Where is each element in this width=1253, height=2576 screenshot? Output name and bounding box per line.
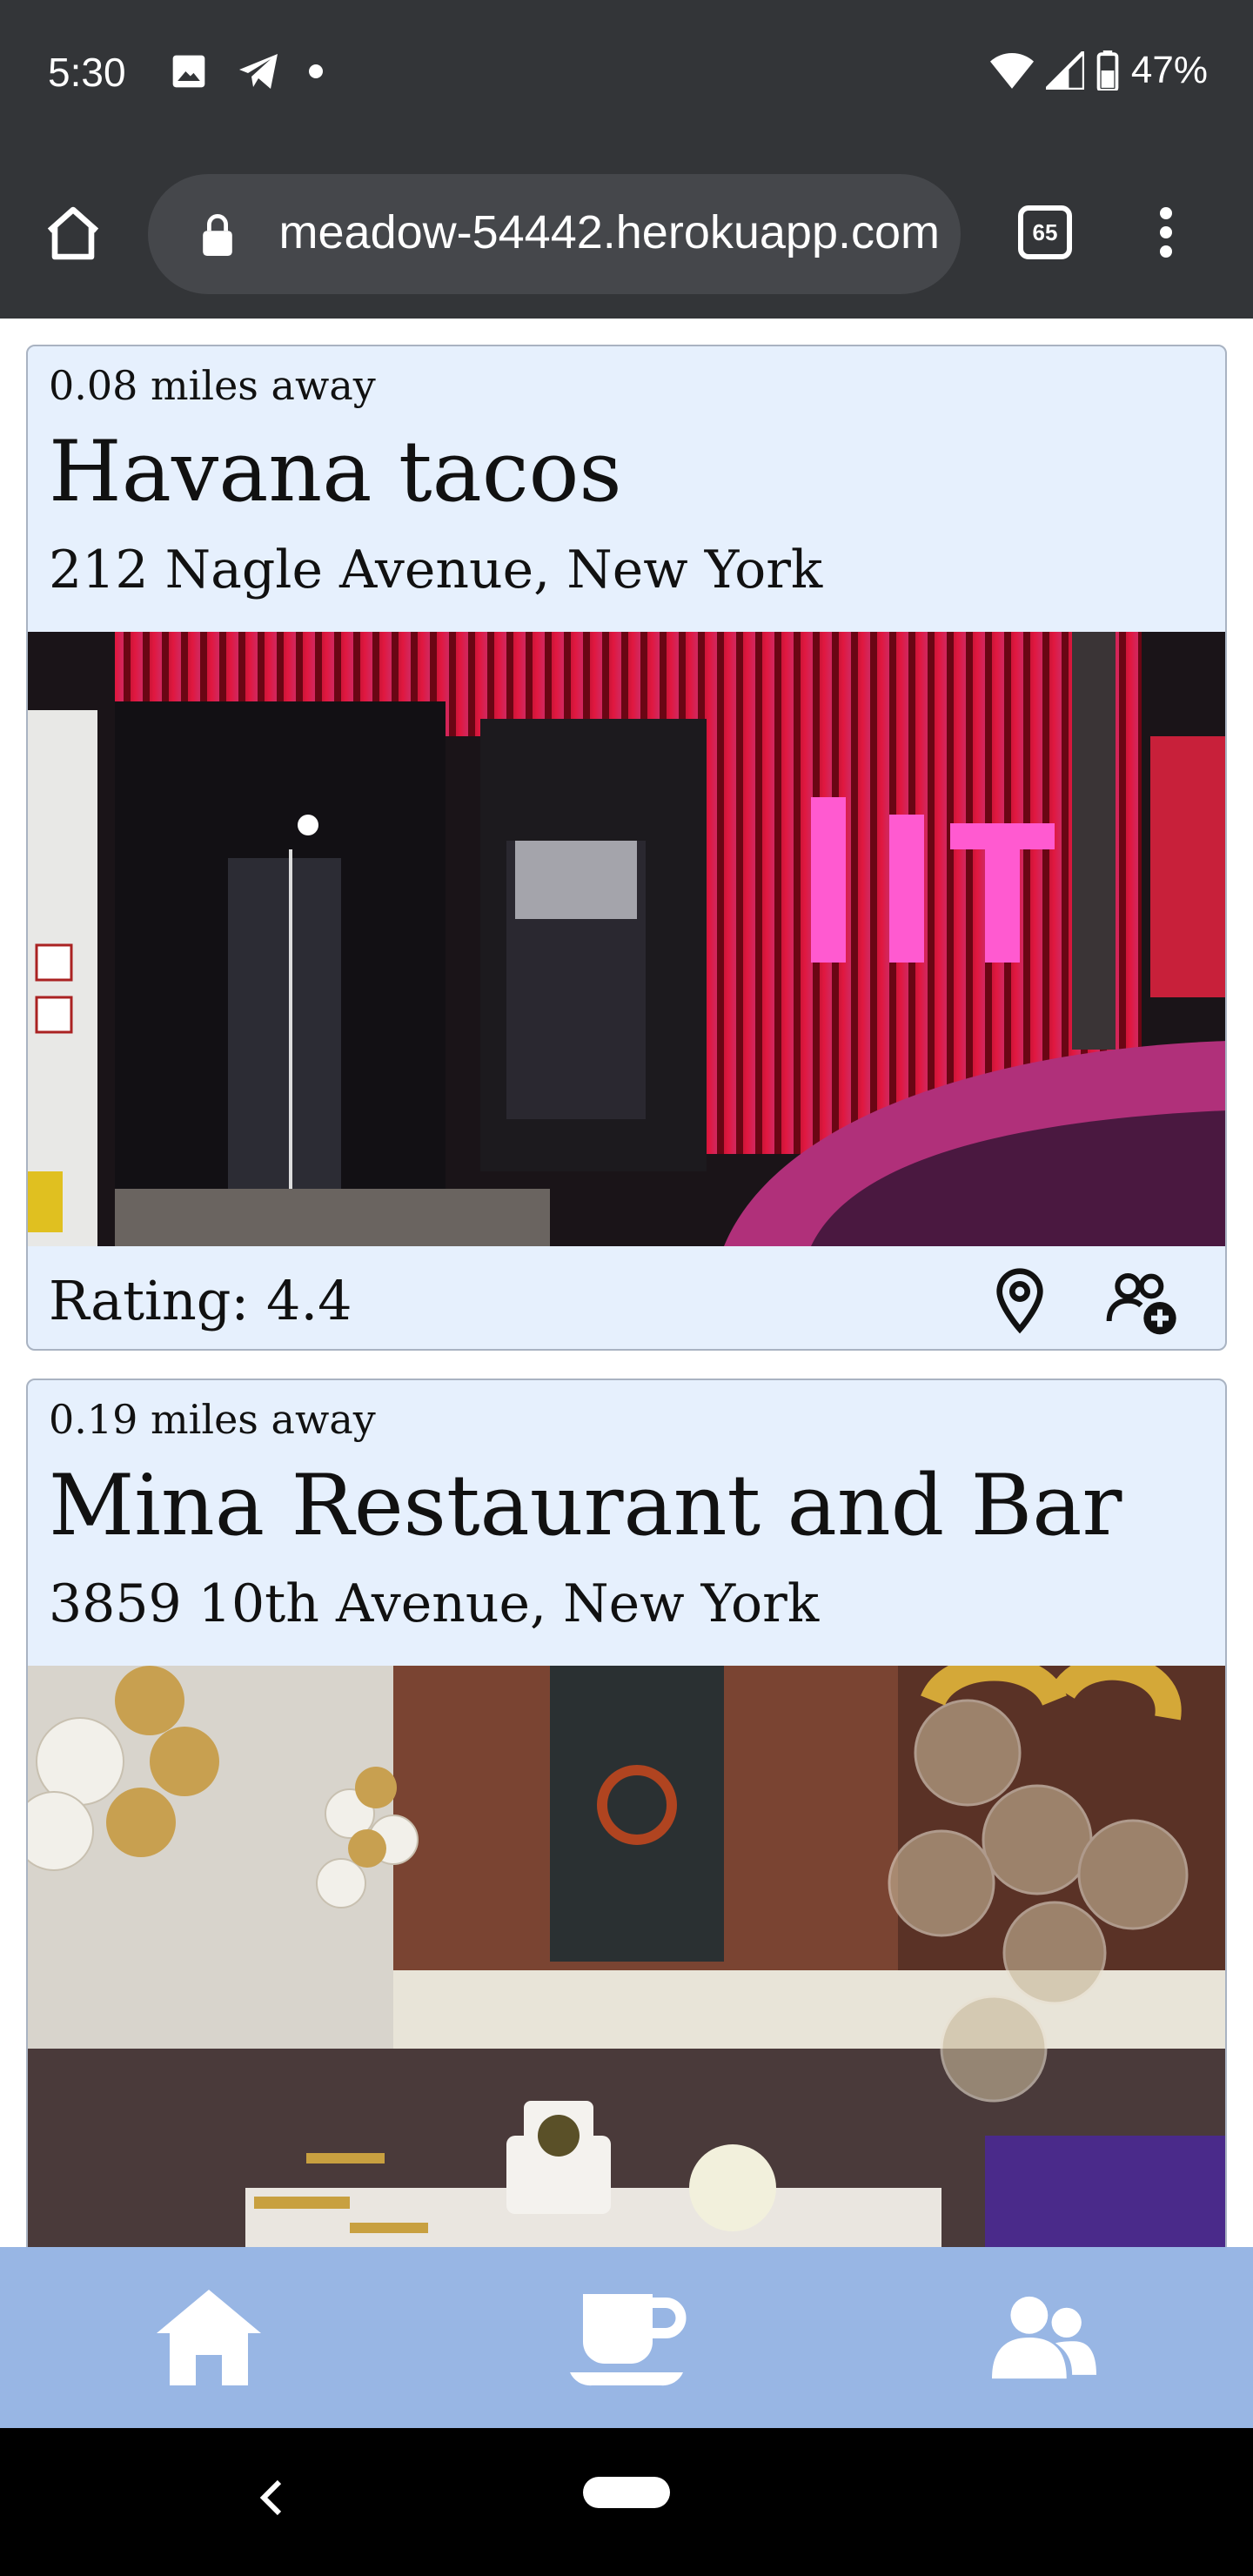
restaurant-name: Mina Restaurant and Bar	[49, 1457, 1122, 1554]
restaurant-address: 212 Nagle Avenue, New York	[49, 540, 823, 600]
status-time: 5:30	[48, 50, 126, 95]
wifi-icon	[989, 53, 1034, 89]
nav-friends[interactable]	[835, 2247, 1253, 2428]
restaurant-name: Havana tacos	[49, 423, 622, 520]
coffee-cup-icon	[570, 2294, 687, 2386]
notification-icons	[170, 52, 323, 91]
nav-cafes[interactable]	[418, 2247, 835, 2428]
restaurant-address: 3859 10th Avenue, New York	[49, 1573, 820, 1634]
restaurant-distance: 0.08 miles away	[49, 362, 376, 409]
restaurant-photo[interactable]	[28, 632, 1225, 1246]
lock-icon	[203, 214, 232, 256]
restaurant-card[interactable]: 0.08 miles away Havana tacos 212 Nagle A…	[26, 345, 1227, 1351]
browser-home-icon[interactable]	[42, 202, 104, 265]
restaurant-list: 0.08 miles away Havana tacos 212 Nagle A…	[0, 319, 1253, 2247]
url-text: meadow-54442.herokuapp.com	[278, 206, 940, 258]
battery-percent: 47%	[1130, 49, 1208, 91]
battery-icon	[1096, 50, 1119, 91]
image-icon	[172, 55, 205, 88]
bottom-navigation	[0, 2247, 1253, 2428]
nav-home[interactable]	[0, 2247, 418, 2428]
home-gesture-pill[interactable]	[583, 2477, 670, 2508]
overflow-menu-icon[interactable]	[1153, 204, 1179, 265]
system-navigation-bar	[0, 2428, 1253, 2576]
users-icon	[992, 2296, 1096, 2379]
restaurant-rating: Rating: 4.4	[49, 1269, 352, 1332]
dot-icon	[309, 64, 323, 78]
restaurant-photo[interactable]	[28, 1666, 1225, 2247]
back-icon[interactable]	[256, 2477, 287, 2519]
telegram-icon	[239, 54, 278, 89]
system-status-icons: 47%	[989, 49, 1208, 92]
add-user-icon[interactable]	[1103, 1269, 1182, 1338]
home-icon	[157, 2290, 261, 2385]
restaurant-distance: 0.19 miles away	[49, 1396, 376, 1443]
address-bar[interactable]: meadow-54442.herokuapp.com	[148, 174, 961, 294]
restaurant-card[interactable]: 0.19 miles away Mina Restaurant and Bar …	[26, 1379, 1227, 2247]
map-pin-icon[interactable]	[985, 1265, 1055, 1335]
signal-icon	[1045, 51, 1084, 90]
tab-switcher-button[interactable]: 65	[1018, 205, 1072, 259]
status-bar: 5:30 47%	[0, 0, 1253, 148]
browser-toolbar: meadow-54442.herokuapp.com 65	[0, 148, 1253, 319]
